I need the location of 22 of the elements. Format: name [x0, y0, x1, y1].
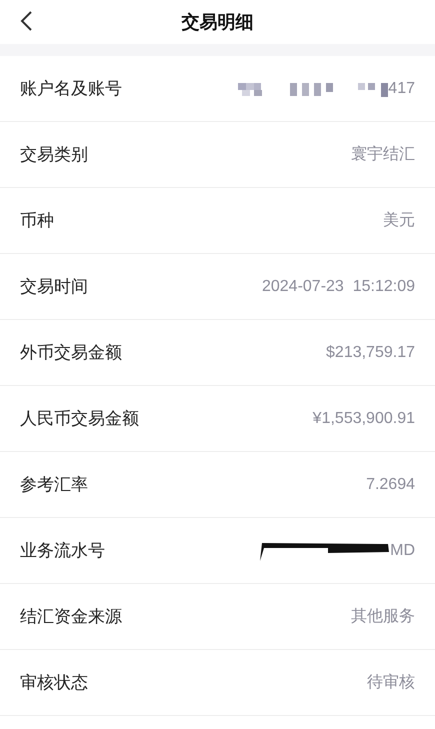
field-value: 2024-07-23 15:12:09	[262, 276, 415, 296]
field-value: 寰宇结汇	[351, 144, 415, 164]
field-label: 人民币交易金额	[20, 408, 139, 430]
field-value: MD	[390, 540, 415, 560]
back-icon	[19, 10, 33, 32]
field-label: 交易时间	[20, 276, 88, 298]
field-value: 7.2694	[366, 474, 415, 494]
field-label: 外币交易金额	[20, 342, 122, 364]
field-value: 其他服务	[351, 606, 415, 626]
page-title: 交易明细	[182, 10, 254, 34]
field-value: 417	[388, 78, 415, 98]
field-value: ¥1,553,900.91	[312, 408, 415, 428]
field-label: 交易类别	[20, 144, 88, 166]
field-value: 待审核	[367, 672, 415, 692]
field-value: 美元	[383, 210, 415, 230]
field-value: $213,759.17	[326, 342, 415, 362]
field-label: 结汇资金来源	[20, 606, 122, 628]
field-label: 账户名及账号	[20, 78, 122, 100]
field-label: 币种	[20, 210, 54, 232]
field-label: 审核状态	[20, 672, 88, 694]
field-label: 业务流水号	[20, 540, 105, 562]
field-label: 参考汇率	[20, 474, 88, 496]
